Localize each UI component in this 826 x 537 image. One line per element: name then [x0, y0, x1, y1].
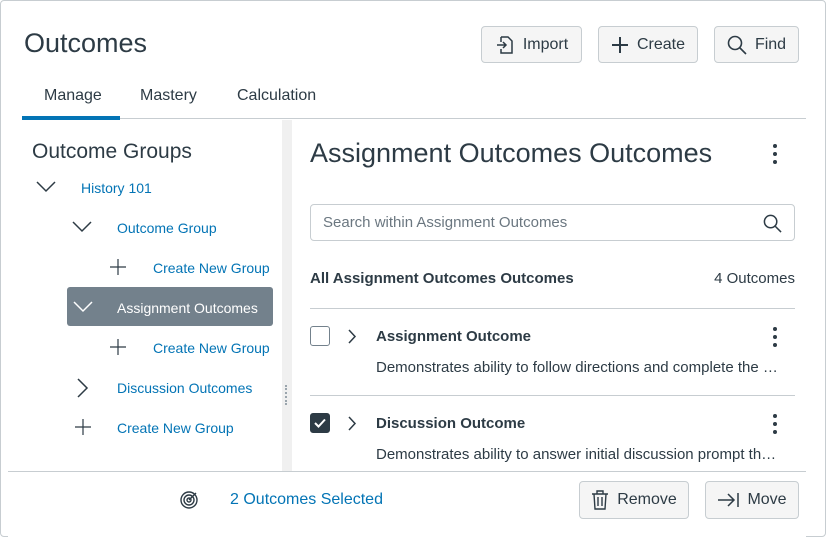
tree-item-discussion-outcomes[interactable]: Discussion Outcomes	[117, 380, 252, 396]
tab-calculation[interactable]: Calculation	[237, 87, 316, 105]
divider	[310, 308, 795, 309]
chevron-right-icon[interactable]	[77, 378, 89, 398]
chevron-right-icon[interactable]	[348, 416, 357, 431]
tree-item-history-101[interactable]: History 101	[81, 180, 152, 196]
import-icon	[496, 35, 513, 54]
chevron-right-icon[interactable]	[348, 329, 357, 344]
move-label: Move	[747, 491, 787, 508]
find-button[interactable]: Find	[714, 26, 799, 63]
tab-mastery[interactable]: Mastery	[140, 87, 197, 105]
sidebar-title: Outcome Groups	[32, 140, 192, 163]
remove-label: Remove	[617, 491, 677, 508]
list-heading: All Assignment Outcomes Outcomes	[310, 270, 574, 287]
outcome-title: Assignment Outcome	[376, 328, 532, 345]
move-arrow-icon	[718, 493, 740, 507]
plus-icon	[75, 419, 91, 435]
create-new-group-link[interactable]: Create New Group	[153, 260, 270, 276]
active-tab-indicator	[22, 116, 120, 120]
group-menu-kebab-icon[interactable]	[773, 144, 777, 168]
outcome-description: Demonstrates ability to answer initial d…	[376, 446, 784, 463]
tree-item-outcome-group[interactable]: Outcome Group	[117, 220, 217, 236]
search-input[interactable]: Search within Assignment Outcomes	[310, 204, 795, 241]
page-title: Outcomes	[24, 28, 148, 58]
outcome-description: Demonstrates ability to follow direction…	[376, 359, 784, 376]
tree-item-assignment-outcomes[interactable]: Assignment Outcomes	[67, 287, 273, 326]
group-title: Assignment Outcomes Outcomes	[310, 138, 713, 168]
search-icon[interactable]	[763, 214, 782, 233]
move-button[interactable]: Move	[705, 481, 799, 519]
checkbox-checked[interactable]	[310, 413, 330, 433]
plus-icon	[611, 36, 628, 53]
create-label: Create	[636, 35, 686, 53]
tabs-divider	[22, 118, 806, 119]
find-label: Find	[754, 35, 787, 53]
create-button[interactable]: Create	[598, 26, 698, 63]
remove-button[interactable]: Remove	[579, 481, 689, 519]
plus-icon	[110, 339, 126, 355]
chevron-down-icon[interactable]	[36, 181, 56, 193]
plus-icon	[110, 259, 126, 275]
tab-manage[interactable]: Manage	[44, 87, 102, 105]
outcome-title: Discussion Outcome	[376, 415, 526, 432]
selected-count-link[interactable]: 2 Outcomes Selected	[230, 491, 383, 509]
create-new-group-link[interactable]: Create New Group	[153, 340, 270, 356]
outcome-count: 4 Outcomes	[714, 270, 795, 287]
checkbox[interactable]	[310, 326, 330, 346]
resize-handle-icon[interactable]	[285, 385, 288, 405]
search-placeholder: Search within Assignment Outcomes	[323, 214, 568, 231]
chevron-down-icon	[73, 301, 93, 313]
import-label: Import	[522, 35, 569, 53]
import-button[interactable]: Import	[481, 26, 582, 63]
search-icon	[727, 35, 747, 55]
check-icon	[314, 418, 326, 428]
outcome-menu-kebab-icon[interactable]	[773, 327, 777, 351]
tree-item-label: Assignment Outcomes	[117, 300, 258, 316]
create-new-group-link[interactable]: Create New Group	[117, 420, 234, 436]
pane-resizer[interactable]	[282, 120, 292, 472]
trash-icon	[592, 490, 609, 510]
divider	[310, 395, 795, 396]
outcomes-target-icon	[180, 491, 198, 509]
outcome-menu-kebab-icon[interactable]	[773, 414, 777, 438]
chevron-down-icon[interactable]	[72, 221, 92, 233]
